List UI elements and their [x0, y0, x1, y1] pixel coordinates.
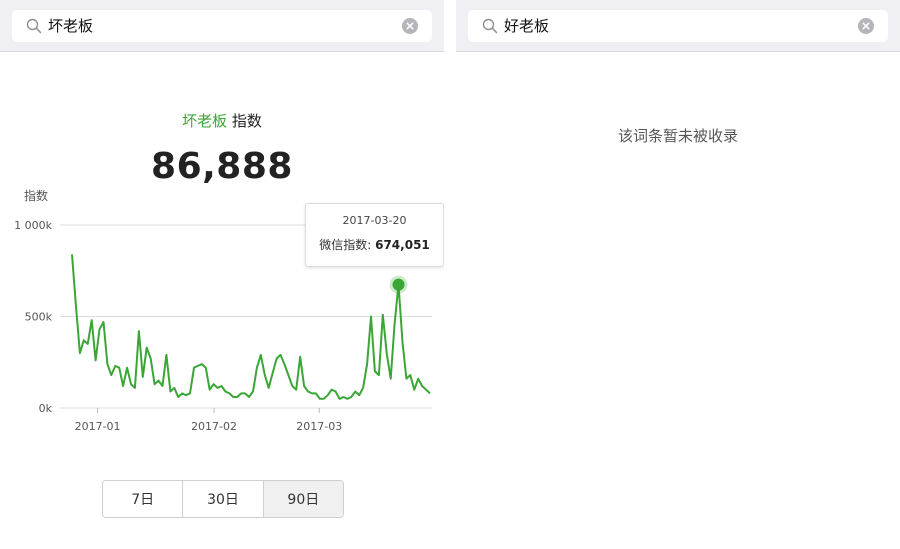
left-search-box[interactable]: 坏老板 [12, 10, 432, 42]
right-search-bar: 好老板 [456, 0, 900, 52]
panel-divider [444, 0, 456, 549]
range-30d-button[interactable]: 30日 [183, 481, 264, 517]
series-line [71, 254, 431, 400]
x-tick-label: 2017-02 [191, 420, 237, 433]
search-icon [482, 18, 498, 34]
tooltip-value: 674,051 [375, 238, 430, 252]
y-tick-label: 1 000k [14, 219, 52, 232]
x-tick-label: 2017-01 [75, 420, 121, 433]
index-keyword: 坏老板 [182, 112, 228, 130]
range-7d-button[interactable]: 7日 [103, 481, 184, 517]
highlight-point[interactable] [392, 278, 405, 291]
tooltip-label: 微信指数: [319, 238, 372, 252]
y-axis-label: 指数 [24, 188, 48, 203]
tooltip-date: 2017-03-20 [342, 214, 407, 227]
range-selector: 7日 30日 90日 [102, 480, 344, 518]
left-search-bar: 坏老板 [0, 0, 444, 52]
chart-tooltip: 2017-03-20 微信指数: 674,051 [305, 203, 444, 267]
x-tick-label: 2017-03 [296, 420, 342, 433]
not-indexed-message: 该词条暂未被收录 [617, 127, 738, 145]
search-icon [26, 18, 42, 34]
left-panel: 坏老板 坏老板 指数 86,888 指数 1 000k 500k 0k 2017-0… [0, 0, 444, 549]
y-tick-label: 500k [25, 311, 53, 324]
clear-icon[interactable] [402, 18, 418, 34]
root: 坏老板 坏老板 指数 86,888 指数 1 000k 500k 0k 2017-0… [0, 0, 900, 549]
index-title: 坏老板 指数 [0, 110, 444, 131]
tooltip-value-line: 微信指数: 674,051 [306, 236, 443, 253]
clear-icon[interactable] [858, 18, 874, 34]
right-panel: 好老板 该词条暂未被收录 [456, 0, 900, 549]
index-suffix: 指数 [231, 112, 262, 130]
y-tick-label: 0k [39, 402, 53, 415]
right-search-input[interactable]: 好老板 [504, 16, 549, 36]
range-90d-button[interactable]: 90日 [263, 481, 343, 517]
left-search-input[interactable]: 坏老板 [48, 16, 93, 36]
right-search-box[interactable]: 好老板 [468, 10, 888, 42]
